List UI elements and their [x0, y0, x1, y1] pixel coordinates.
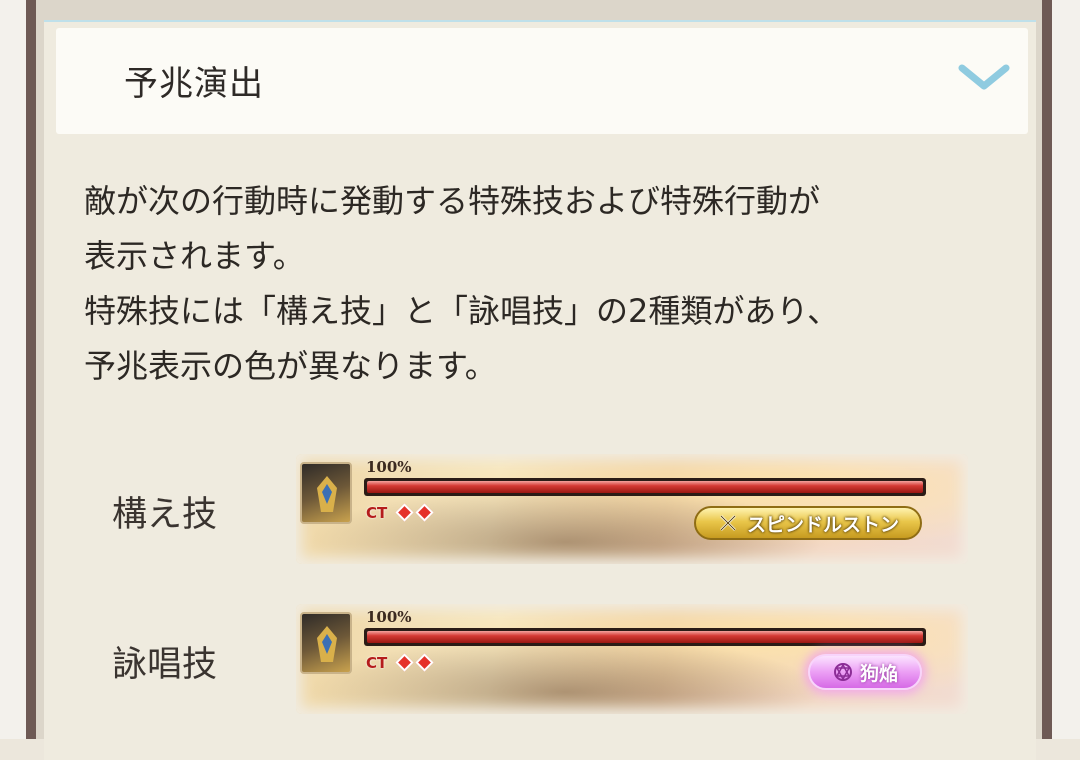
- example-label-chant: 詠唱技: [112, 645, 218, 685]
- frame-border-left: [26, 0, 36, 739]
- accordion-panel: 予兆演出 敵が次の行動時に発動する特殊技および特殊行動が 表示されます。 特殊技…: [44, 20, 1036, 760]
- ct-diamond-icon: [395, 503, 414, 522]
- description-line: 特殊技には「構え技」と「詠唱技」の2種類があり、: [84, 292, 840, 330]
- example-label-stance: 構え技: [112, 495, 218, 535]
- crossed-swords-icon: [720, 515, 736, 531]
- hp-percent-text: 100%: [366, 608, 412, 626]
- section-description: 敵が次の行動時に発動する特殊技および特殊行動が 表示されます。 特殊技には「構え…: [84, 174, 1004, 394]
- ct-diamond-icon: [415, 503, 434, 522]
- chant-skill-badge: 狗焔: [808, 654, 922, 690]
- description-line: 敵が次の行動時に発動する特殊技および特殊行動が: [84, 182, 821, 220]
- hp-bar: [364, 478, 926, 496]
- enemy-status-bar-stance: 100% CT スピンドルストン: [296, 454, 968, 564]
- description-line: 表示されます。: [84, 237, 305, 275]
- dragon-icon: [317, 626, 337, 662]
- outer-background-left: [0, 0, 26, 739]
- enemy-portrait: [300, 462, 352, 524]
- magic-circle-icon: [833, 663, 852, 681]
- chevron-down-icon[interactable]: [958, 62, 1010, 92]
- dragon-icon: [317, 476, 337, 512]
- skill-name: 狗焔: [859, 662, 898, 685]
- hp-bar: [364, 628, 926, 646]
- ct-label: CT: [366, 654, 388, 672]
- section-title: 予兆演出: [124, 64, 264, 104]
- enemy-status-bar-chant: 100% CT 狗焔: [296, 604, 968, 714]
- ct-diamond-icon: [415, 653, 434, 672]
- stance-skill-badge: スピンドルストン: [694, 506, 922, 540]
- outer-background-right: [1052, 0, 1080, 739]
- hp-percent-text: 100%: [366, 458, 412, 476]
- enemy-portrait: [300, 612, 352, 674]
- frame-border-right: [1042, 0, 1052, 739]
- hp-bar-fill: [367, 631, 923, 643]
- description-line: 予兆表示の色が異なります。: [84, 347, 497, 385]
- accordion-header[interactable]: 予兆演出: [56, 28, 1028, 134]
- ct-diamond-icon: [395, 653, 414, 672]
- skill-name: スピンドルストン: [746, 513, 899, 536]
- hp-bar-fill: [367, 481, 923, 493]
- ct-label: CT: [366, 504, 388, 522]
